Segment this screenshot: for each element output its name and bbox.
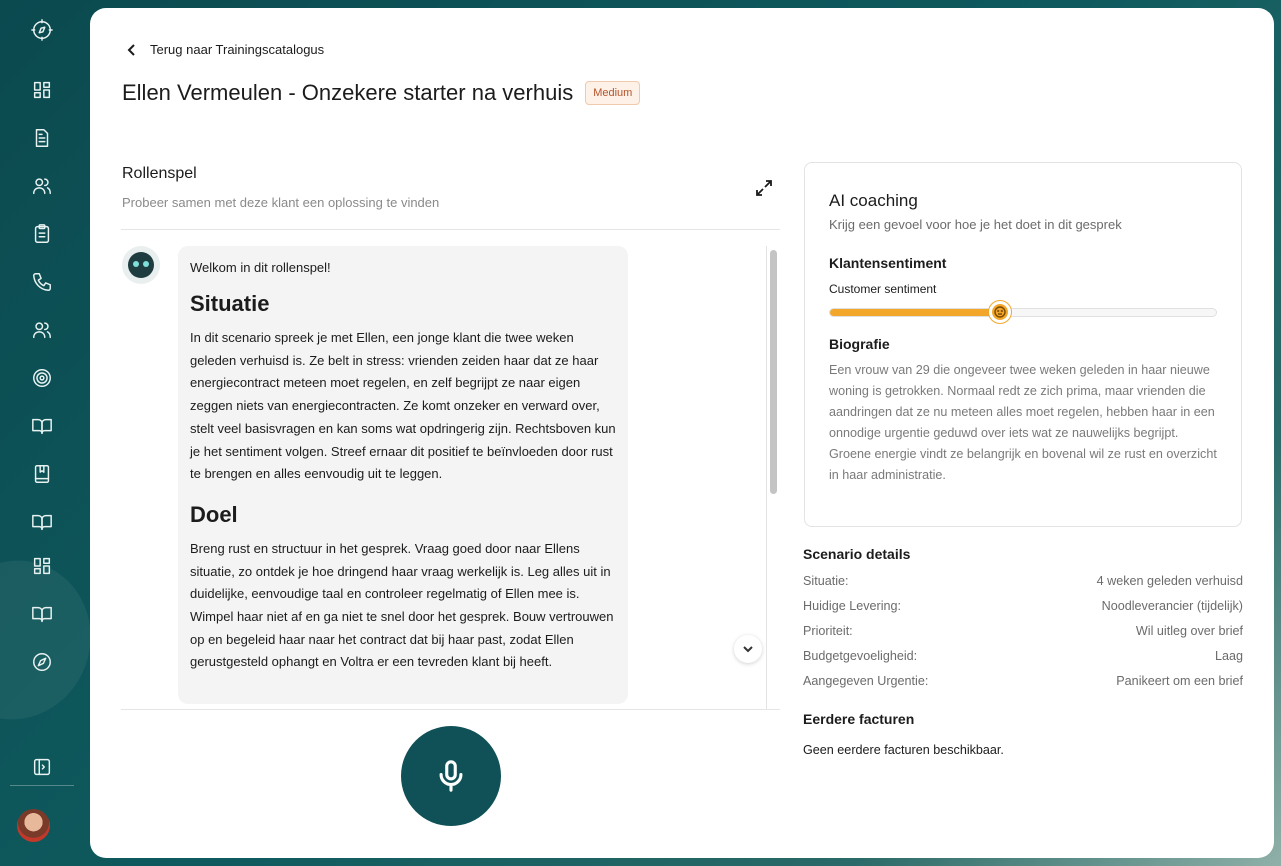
scenario-row-value: 4 weken geleden verhuisd <box>1096 574 1243 588</box>
page-title: Ellen Vermeulen - Onzekere starter na ve… <box>122 80 574 105</box>
biography-text: Een vrouw van 29 die ongeveer twee weken… <box>829 363 1217 482</box>
invoices-title: Eerdere facturen <box>803 711 915 727</box>
chat-viewport[interactable]: Welkom in dit rollenspel! Situatie In di… <box>178 246 628 709</box>
neutral-face-icon <box>994 306 1006 318</box>
chat-scrollbar[interactable] <box>766 246 780 709</box>
book-open-icon[interactable] <box>30 414 54 438</box>
clipboard-icon[interactable] <box>30 222 54 246</box>
grid-icon[interactable] <box>30 554 54 578</box>
ai-coaching-card: AI coaching Krijg een gevoel voor hoe je… <box>804 162 1242 527</box>
sentiment-fill <box>830 309 1000 316</box>
scenario-row-value: Panikeert om een brief <box>1116 674 1243 688</box>
microphone-button[interactable] <box>401 726 501 826</box>
situation-text: In dit scenario spreek je met Ellen, een… <box>190 330 616 482</box>
sidebar-divider <box>10 785 74 786</box>
user-avatar[interactable] <box>17 809 50 842</box>
back-link-label: Terug naar Trainingscatalogus <box>150 42 325 57</box>
compass-icon[interactable] <box>30 650 54 674</box>
expand-button[interactable] <box>754 178 774 198</box>
microphone-icon <box>439 760 463 792</box>
message-welcome: Welkom in dit rollenspel! <box>190 260 331 275</box>
scroll-down-button[interactable] <box>734 635 762 663</box>
book-open-icon[interactable] <box>30 510 54 534</box>
roleplay-divider <box>121 229 780 230</box>
situation-heading: Situatie <box>190 291 270 316</box>
roleplay-subtitle: Probeer samen met deze klant een oplossi… <box>122 195 440 210</box>
scenario-row-label: Prioriteit: <box>803 624 853 638</box>
back-link[interactable]: Terug naar Trainingscatalogus <box>126 42 324 57</box>
roleplay-bottom-divider <box>121 709 780 710</box>
chat-message-bubble: Welkom in dit rollenspel! Situatie In di… <box>178 246 628 705</box>
sentiment-title: Klantensentiment <box>829 255 947 271</box>
target-icon[interactable] <box>30 366 54 390</box>
robot-icon <box>128 252 154 278</box>
scenario-row: Situatie: 4 weken geleden verhuisd <box>803 574 1243 588</box>
sentiment-label: Customer sentiment <box>829 282 937 296</box>
scrollbar-thumb[interactable] <box>770 250 777 494</box>
scenario-row-value: Noodleverancier (tijdelijk) <box>1101 599 1243 613</box>
sentiment-knob[interactable] <box>989 301 1011 323</box>
expand-icon <box>756 180 772 196</box>
difficulty-badge: Medium <box>585 81 641 105</box>
roleplay-title: Rollenspel <box>122 165 197 182</box>
scenario-row-label: Budgetgevoeligheid: <box>803 649 918 663</box>
scenario-row: Aangegeven Urgentie: Panikeert om een br… <box>803 674 1243 688</box>
scenario-row: Huidige Levering: Noodleverancier (tijde… <box>803 599 1243 613</box>
coaching-subtitle: Krijg een gevoel voor hoe je het doet in… <box>829 217 1122 232</box>
invoices-empty-text: Geen eerdere facturen beschikbaar. <box>803 743 1004 757</box>
document-icon[interactable] <box>30 126 54 150</box>
sentiment-slider[interactable] <box>829 301 1217 323</box>
main-panel: Terug naar Trainingscatalogus Ellen Verm… <box>90 8 1274 858</box>
book-icon[interactable] <box>30 462 54 486</box>
scenario-row-label: Aangegeven Urgentie: <box>803 674 929 688</box>
goal-heading: Doel <box>190 501 238 527</box>
title-row: Ellen Vermeulen - Onzekere starter na ve… <box>122 80 641 106</box>
sidebar-toggle-icon[interactable] <box>30 755 54 779</box>
users-icon[interactable] <box>30 174 54 198</box>
phone-icon[interactable] <box>30 270 54 294</box>
scenario-row-label: Situatie: <box>803 574 849 588</box>
team-icon[interactable] <box>30 318 54 342</box>
scenario-row-value: Wil uitleg over brief <box>1135 624 1243 638</box>
biography-title: Biografie <box>829 336 890 352</box>
scenario-row: Prioriteit: Wil uitleg over brief <box>803 624 1243 638</box>
scenario-row-label: Huidige Levering: <box>803 599 902 613</box>
sidebar <box>0 0 113 866</box>
coaching-title: AI coaching <box>829 191 918 210</box>
scenario-row: Budgetgevoeligheid: Laag <box>803 649 1243 663</box>
compass-logo-icon[interactable] <box>30 18 54 42</box>
scenario-details-title: Scenario details <box>803 546 911 562</box>
book-open-icon[interactable] <box>30 602 54 626</box>
chevron-left-icon <box>127 43 135 56</box>
goal-text: Breng rust en structuur in het gesprek. … <box>190 540 614 670</box>
chevron-down-icon <box>743 646 753 653</box>
dashboard-icon[interactable] <box>30 78 54 102</box>
scenario-row-value: Laag <box>1214 649 1243 663</box>
bot-avatar <box>122 246 160 284</box>
